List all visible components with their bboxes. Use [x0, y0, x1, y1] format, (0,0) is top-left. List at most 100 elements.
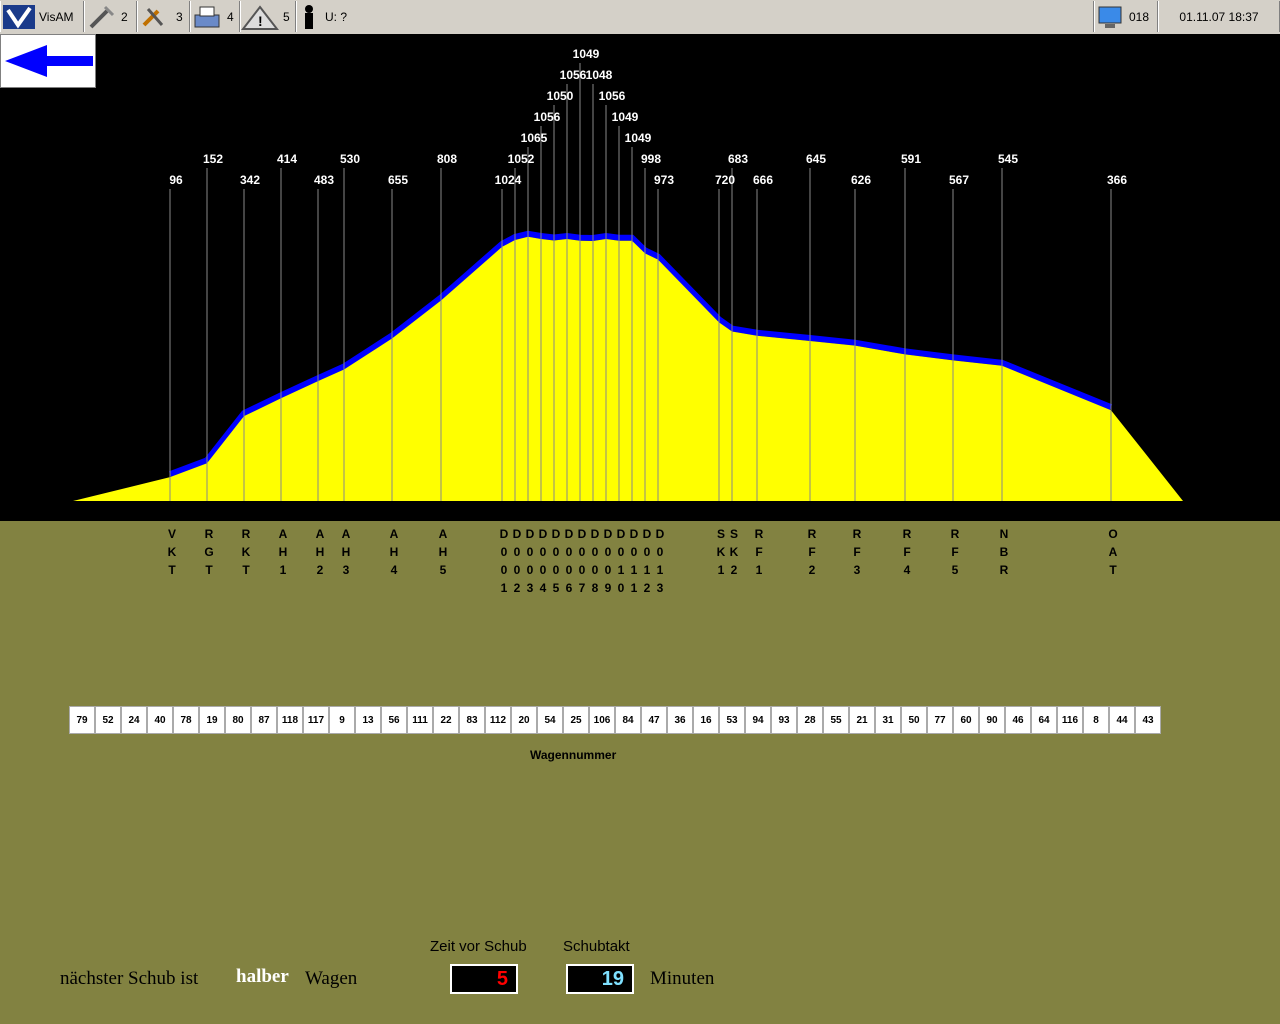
car-number-strip: 79 52 24 40 78 19 80 87 118 117 9 13 56 111 22 83 112 20 5…: [69, 706, 1161, 736]
warning-icon: !: [241, 4, 279, 30]
car-number-cell[interactable]: 36: [667, 706, 693, 734]
car-number-cell[interactable]: 118: [277, 706, 303, 734]
car-number-cell[interactable]: 28: [797, 706, 823, 734]
car-number-cell[interactable]: 9: [329, 706, 355, 734]
schubtakt-title: Schubtakt: [563, 938, 630, 955]
car-number-cell[interactable]: 64: [1031, 706, 1057, 734]
back-button[interactable]: [0, 34, 96, 88]
station-code: D006: [564, 527, 574, 595]
car-number-cell[interactable]: 84: [615, 706, 641, 734]
station-code: D002: [512, 527, 522, 595]
zeit-vor-schub-value: 5: [450, 964, 518, 994]
station-value-label: 414: [276, 152, 298, 166]
next-push-label: nächster Schub ist: [60, 968, 199, 989]
datetime-display: 01.11.07 18:37: [1158, 1, 1280, 32]
car-number-cell[interactable]: 40: [147, 706, 173, 734]
car-number-cell[interactable]: 116: [1057, 706, 1083, 734]
car-number-cell[interactable]: 111: [407, 706, 433, 734]
station-value-label: 545: [997, 152, 1019, 166]
station-code: RF1: [754, 527, 764, 577]
car-number-cell[interactable]: 93: [771, 706, 797, 734]
station-value-label: 683: [727, 152, 749, 166]
print-button[interactable]: 4: [190, 1, 240, 32]
alarm-button[interactable]: ! 5: [240, 1, 296, 32]
car-number-cell[interactable]: 31: [875, 706, 901, 734]
station-value-label: 655: [387, 173, 409, 187]
station-value-label: 342: [239, 173, 261, 187]
car-number-cell[interactable]: 55: [823, 706, 849, 734]
station-value-label: 645: [805, 152, 827, 166]
car-number-cell[interactable]: 25: [563, 706, 589, 734]
arrow-left-icon: [5, 45, 93, 77]
station-value-label: 808: [436, 152, 458, 166]
car-number-cell[interactable]: 16: [693, 706, 719, 734]
tools-count: 2: [121, 9, 128, 24]
car-number-cell[interactable]: 56: [381, 706, 407, 734]
car-number-cell[interactable]: 8: [1083, 706, 1109, 734]
terminal-button[interactable]: 018: [1094, 1, 1158, 32]
station-code: D009: [603, 527, 613, 595]
app-name: VisAM: [39, 9, 74, 24]
car-number-cell[interactable]: 83: [459, 706, 485, 734]
station-code: RKT: [241, 527, 251, 577]
station-value-label: 366: [1106, 173, 1128, 187]
car-number-caption: Wagennummer: [530, 748, 617, 762]
profile-chart: [0, 34, 1280, 521]
car-number-cell[interactable]: 44: [1109, 706, 1135, 734]
car-number-cell[interactable]: 80: [225, 706, 251, 734]
station-value-label: 591: [900, 152, 922, 166]
car-number-cell[interactable]: 94: [745, 706, 771, 734]
alarm-count: 5: [283, 9, 290, 24]
station-code: SK1: [716, 527, 726, 577]
car-number-cell[interactable]: 53: [719, 706, 745, 734]
car-number-cell[interactable]: 24: [121, 706, 147, 734]
station-value-label: 1065: [520, 131, 548, 145]
station-code: VKT: [167, 527, 177, 577]
car-number-cell[interactable]: 50: [901, 706, 927, 734]
car-number-cell[interactable]: 78: [173, 706, 199, 734]
station-value-label: 1049: [611, 110, 639, 124]
car-number-cell[interactable]: 21: [849, 706, 875, 734]
station-value-label: 1052: [507, 152, 535, 166]
service-count: 3: [176, 9, 183, 24]
wagen-label: Wagen: [305, 968, 358, 989]
station-value-label: 1049: [624, 131, 652, 145]
station-code: D013: [655, 527, 665, 595]
visam-logo-icon: [3, 4, 35, 29]
station-code: D001: [499, 527, 509, 595]
datetime: 01.11.07 18:37: [1179, 9, 1259, 24]
station-code: D004: [538, 527, 548, 595]
user-button[interactable]: U: ?: [296, 1, 1094, 32]
car-number-cell[interactable]: 20: [511, 706, 537, 734]
car-number-cell[interactable]: 90: [979, 706, 1005, 734]
station-value-label: 666: [752, 173, 774, 187]
car-number-cell[interactable]: 47: [641, 706, 667, 734]
station-code: D010: [616, 527, 626, 595]
car-number-cell[interactable]: 117: [303, 706, 329, 734]
car-number-cell[interactable]: 77: [927, 706, 953, 734]
zeit-vor-schub-title: Zeit vor Schub: [430, 938, 527, 955]
station-code: AH1: [278, 527, 288, 577]
tools-button[interactable]: 2: [84, 1, 137, 32]
car-number-cell[interactable]: 43: [1135, 706, 1161, 734]
visam-menu-button[interactable]: VisAM: [0, 1, 84, 32]
station-code: D007: [577, 527, 587, 595]
car-number-cell[interactable]: 60: [953, 706, 979, 734]
station-code: AH4: [389, 527, 399, 577]
car-number-cell[interactable]: 13: [355, 706, 381, 734]
schubtakt-value[interactable]: 19: [566, 964, 634, 994]
profile-chart-svg: [73, 63, 1183, 501]
car-number-cell[interactable]: 54: [537, 706, 563, 734]
car-number-cell[interactable]: 19: [199, 706, 225, 734]
car-number-cell[interactable]: 22: [433, 706, 459, 734]
car-number-cell[interactable]: 52: [95, 706, 121, 734]
car-number-cell[interactable]: 46: [1005, 706, 1031, 734]
station-value-label: 152: [202, 152, 224, 166]
service-button[interactable]: 3: [137, 1, 190, 32]
station-code: RF4: [902, 527, 912, 577]
car-number-cell[interactable]: 87: [251, 706, 277, 734]
station-value-label: 483: [313, 173, 335, 187]
car-number-cell[interactable]: 112: [485, 706, 511, 734]
car-number-cell[interactable]: 79: [69, 706, 95, 734]
car-number-cell[interactable]: 106: [589, 706, 615, 734]
